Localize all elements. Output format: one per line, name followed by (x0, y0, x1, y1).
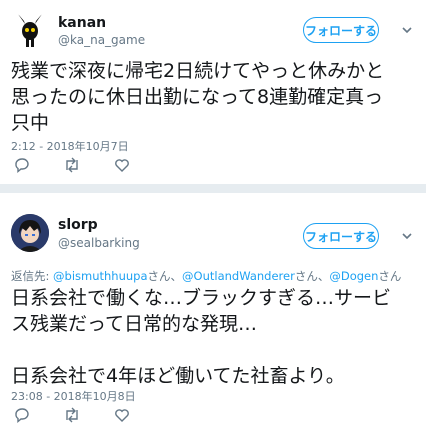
chevron-down-icon[interactable] (400, 23, 414, 37)
tweet-text-line: 日系会社で4年ほど働いてた社畜より。 (11, 365, 345, 387)
timestamp[interactable]: 23:08 - 2018年10月8日 (11, 388, 136, 404)
tweet-actions (11, 154, 161, 176)
mention-link[interactable]: @bismuthhuupa (53, 269, 148, 283)
reply-button[interactable] (11, 404, 33, 426)
tweet-text-line: ス残業だって日常的な発現… (11, 313, 258, 335)
honorific: さん (378, 269, 402, 283)
tweet-text-line: 思ったのに休日出勤になって8連勤確定真っ (11, 86, 384, 108)
separator: 、 (170, 269, 183, 283)
display-name[interactable]: kanan (58, 15, 106, 31)
retweet-icon (66, 157, 78, 173)
tweet-text-line (11, 337, 391, 363)
follow-button[interactable]: フォローする (303, 17, 379, 43)
retweet-icon (66, 407, 78, 423)
tweet-actions (11, 404, 161, 426)
retweet-button[interactable] (61, 154, 83, 176)
reply-prefix: 返信先: (11, 269, 54, 283)
reply-context: 返信先: @bismuthhuupaさん、@OutlandWandererさん、… (11, 268, 401, 284)
retweet-button[interactable] (61, 404, 83, 426)
mention-link[interactable]: @Dogen (329, 269, 378, 283)
display-name[interactable]: slorp (58, 217, 98, 233)
heart-icon (115, 159, 129, 172)
heartless-avatar-icon (18, 14, 42, 47)
tweet-text: 残業で深夜に帰宅2日続けてやっと休みかと 思ったのに休日出勤になって8連勤確定真… (11, 58, 384, 136)
like-button[interactable] (111, 154, 133, 176)
avatar[interactable] (11, 214, 49, 252)
heart-icon (115, 409, 129, 422)
honorific: さん (294, 269, 318, 283)
user-handle[interactable]: @sealbarking (58, 236, 140, 250)
reply-icon (15, 158, 29, 173)
tweet-text-line: 只中 (11, 112, 50, 134)
reply-button[interactable] (11, 154, 33, 176)
honorific: さん (147, 269, 171, 283)
timestamp[interactable]: 2:12 - 2018年10月7日 (11, 138, 129, 154)
follow-button[interactable]: フォローする (303, 223, 379, 249)
mention-link[interactable]: @OutlandWanderer (182, 269, 295, 283)
user-handle[interactable]: @ka_na_game (58, 33, 145, 47)
avatar[interactable] (11, 11, 49, 49)
tweet-separator (0, 184, 426, 192)
chevron-down-icon[interactable] (400, 229, 414, 243)
tweet-text-line: 残業で深夜に帰宅2日続けてやっと休みかと (11, 60, 385, 82)
tweet-kanan: kanan @ka_na_game フォローする 残業で深夜に帰宅2日続けてやっ… (0, 0, 426, 192)
separator: 、 (317, 269, 330, 283)
anime-avatar-icon (11, 214, 49, 252)
tweet-slorp: slorp @sealbarking フォローする 返信先: @bismuthh… (0, 192, 426, 436)
reply-icon (15, 408, 29, 423)
tweet-text-line: 日系会社で働くな…ブラックすぎる…サービ (11, 287, 392, 309)
tweet-text: 日系会社で働くな…ブラックすぎる…サービ ス残業だって日常的な発現… 日系会社で… (11, 285, 391, 389)
like-button[interactable] (111, 404, 133, 426)
